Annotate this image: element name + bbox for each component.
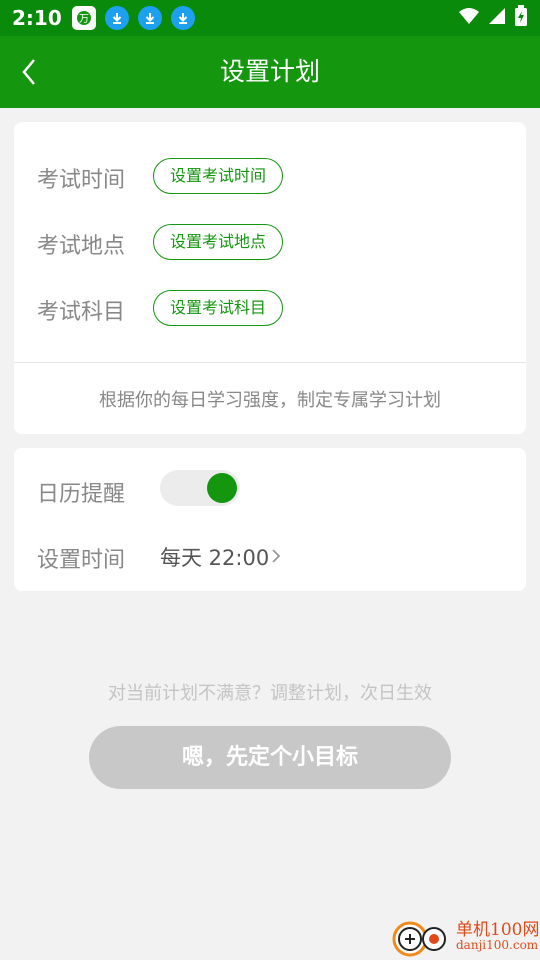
download-icon [170,6,195,30]
svg-text:万: 万 [79,14,89,25]
exam-time-label: 考试时间 [37,168,126,193]
set-time-label: 设置时间 [37,548,126,573]
download-icon [137,6,162,30]
app-bar: 设置计划 [0,36,540,108]
status-bar: 2:10 万 [0,0,540,36]
set-exam-location-button[interactable]: 设置考试地点 [153,224,283,260]
wifi-icon [458,7,480,29]
watermark-brand: 单机100网 [456,919,540,940]
app-notification-icon: 万 [71,6,96,30]
set-exam-subject-button[interactable]: 设置考试科目 [153,290,283,326]
set-exam-time-button[interactable]: 设置考试时间 [153,158,283,194]
calendar-reminder-toggle[interactable] [160,470,240,506]
plan-hint: 根据你的每日学习强度，制定专属学习计划 [99,390,441,411]
signal-icon [488,7,506,29]
toggle-knob [207,473,237,503]
watermark: 单机100网 danji100.com [390,915,539,957]
status-time: 2:10 [12,6,62,30]
reminder-card: 日历提醒 设置时间 每天 22:00 [14,448,526,591]
watermark-domain: danji100.com [456,937,539,952]
battery-charging-icon [514,5,528,31]
adjust-plan-hint: 对当前计划不满意？调整计划，次日生效 [108,683,432,704]
exam-settings-card: 考试时间 设置考试时间 考试地点 设置考试地点 考试科目 设置考试科目 根据你的… [14,122,526,434]
divider [14,362,526,363]
watermark-logo-icon [392,921,446,957]
reminder-time-value[interactable]: 每天 22:00 [160,542,269,572]
confirm-goal-button[interactable]: 嗯，先定个小目标 [89,726,451,789]
page-title: 设置计划 [219,57,320,86]
exam-subject-label: 考试科目 [37,300,126,325]
exam-location-label: 考试地点 [37,234,126,259]
chevron-right-icon[interactable] [270,545,282,567]
download-icon [104,6,129,30]
calendar-reminder-label: 日历提醒 [37,482,126,507]
